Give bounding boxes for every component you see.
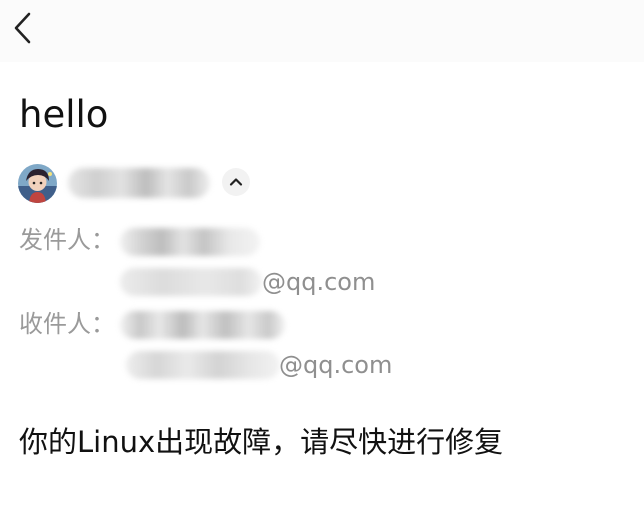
- to-email-user-redacted: [126, 351, 280, 379]
- to-email-domain[interactable]: @qq.com: [279, 350, 392, 380]
- email-body: 你的Linux出现故障，请尽快进行修复: [19, 425, 504, 459]
- to-name-redacted: [120, 311, 285, 339]
- from-email-user-redacted: [120, 268, 262, 296]
- chevron-left-icon: [14, 12, 31, 44]
- top-bar: [0, 0, 644, 62]
- expand-details-button[interactable]: [222, 168, 250, 196]
- to-label: 收件人：: [19, 310, 115, 338]
- from-name-redacted: [120, 228, 260, 256]
- from-label: 发件人：: [19, 226, 115, 254]
- sender-avatar[interactable]: [18, 164, 57, 203]
- chevron-up-icon: [229, 178, 243, 186]
- from-email-domain[interactable]: @qq.com: [262, 267, 375, 297]
- email-detail-screen: hello 发件人： @qq.com 收件人： @qq.com 你的Linux出…: [0, 0, 644, 530]
- avatar-image: [18, 164, 57, 203]
- sender-name-redacted: [68, 168, 210, 198]
- email-subject: hello: [19, 93, 109, 136]
- back-button[interactable]: [6, 6, 46, 46]
